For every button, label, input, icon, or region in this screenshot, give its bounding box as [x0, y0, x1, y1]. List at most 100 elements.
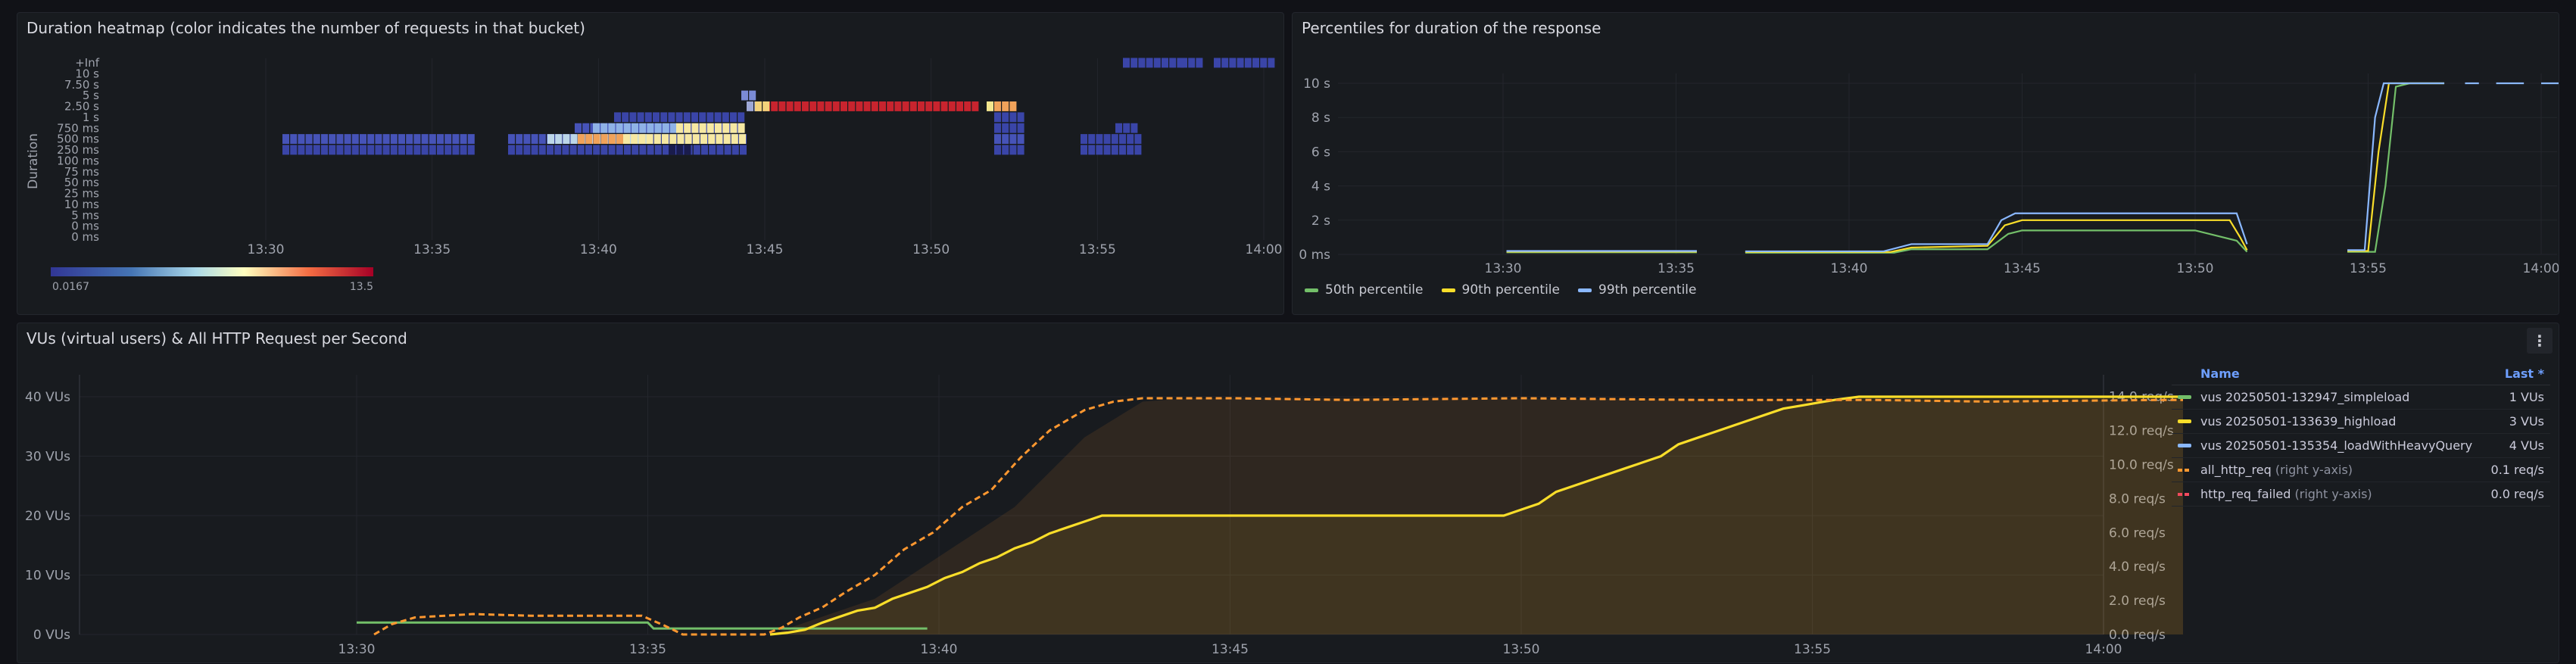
p90-line-c — [2347, 82, 2445, 252]
p99-line-c — [2347, 82, 2445, 251]
heatmap-cell — [755, 101, 762, 111]
heatmap-cell — [701, 145, 708, 155]
heatmap-cell — [740, 145, 747, 155]
heatmap-cell — [1081, 145, 1087, 155]
heatmap-cell — [1088, 134, 1096, 144]
legend-col-last[interactable]: Last * — [2505, 366, 2544, 381]
percentiles-y-tick: 0 ms — [1299, 248, 1330, 263]
heatmap-cell — [825, 101, 832, 111]
heatmap-scale-max: 13.5 — [350, 281, 373, 293]
heatmap-cell — [531, 145, 538, 155]
heatmap-cell — [987, 101, 993, 111]
heatmap-cell — [290, 134, 298, 144]
legend-item-p99[interactable]: 99th percentile — [1578, 282, 1697, 298]
legend-row[interactable]: vus 20250501-135354_loadWithHeavyQuery 4 … — [2172, 434, 2550, 458]
heatmap-cell — [699, 123, 706, 133]
legend-label-p90: 90th percentile — [1461, 282, 1561, 298]
legend-row[interactable]: vus 20250501-132947_simpleload 1 VUs — [2172, 385, 2550, 410]
heatmap-cell — [1162, 58, 1168, 68]
legend-item-p90[interactable]: 90th percentile — [1441, 282, 1561, 298]
heatmap-cell — [1229, 58, 1237, 68]
legend-row-name: all_http_req (right y-axis) — [2178, 463, 2353, 477]
heatmap-cell — [629, 112, 637, 123]
heatmap-cell — [1131, 123, 1138, 133]
heatmap-x-tick: 13:40 — [580, 242, 617, 257]
heatmap-cell — [608, 145, 616, 155]
heatmap-cell — [683, 112, 691, 123]
heatmap-cell — [624, 145, 631, 155]
heatmap-cell — [570, 134, 578, 144]
heatmap-cell — [593, 123, 600, 133]
heatmap-cell — [1017, 145, 1024, 155]
heatmap-cell — [467, 134, 475, 144]
percentiles-legend: 50th percentile 90th percentile 99th per… — [1305, 282, 1697, 298]
heatmap-cell — [1237, 58, 1244, 68]
percentiles-x-tick: 13:40 — [1831, 261, 1868, 276]
vus-left-tick: 20 VUs — [25, 509, 70, 524]
heatmap-cell — [382, 145, 390, 155]
legend-row-suffix: (right y-axis) — [2291, 487, 2372, 501]
heatmap-cell — [421, 134, 429, 144]
heatmap-cell — [1111, 145, 1118, 155]
heatmap-cell — [382, 134, 390, 144]
heatmap-cell — [406, 134, 413, 144]
heatmap-cell — [1127, 134, 1134, 144]
heatmap-cell — [608, 123, 616, 133]
heatmap-cell — [623, 134, 630, 144]
heatmap-cell — [298, 134, 305, 144]
heatmap-cell — [786, 101, 794, 111]
legend-row[interactable]: all_http_req (right y-axis) 0.1 req/s — [2172, 458, 2550, 482]
heatmap-cell — [1131, 58, 1138, 68]
heatmap-cell — [956, 101, 963, 111]
vus-x-tick: 13:55 — [1794, 642, 1831, 657]
heatmap-cell — [1017, 134, 1024, 144]
heatmap-cell — [879, 101, 886, 111]
vus-x-tick: 14:00 — [2085, 642, 2122, 657]
heatmap-x-tick: 13:55 — [1079, 242, 1116, 257]
heatmap-cell — [676, 145, 684, 155]
heatmap-x-tick: 13:30 — [248, 242, 285, 257]
heatmap-cell — [329, 134, 336, 144]
heatmap-cell — [925, 101, 933, 111]
heatmap-cell — [722, 112, 729, 123]
heatmap-cell — [608, 134, 616, 144]
heatmap-cell — [616, 123, 623, 133]
heatmap-cell — [933, 101, 940, 111]
legend-row-last: 4 VUs — [2509, 438, 2544, 453]
percentiles-y-tick: 2 s — [1311, 214, 1330, 229]
heatmap-cell — [585, 145, 592, 155]
heatmap-cell — [662, 134, 669, 144]
heatmap-cell — [887, 101, 894, 111]
heatmap-cell — [290, 145, 298, 155]
heatmap-cell — [582, 123, 590, 133]
heatmap-cell — [863, 101, 871, 111]
heatmap-cell — [1180, 58, 1187, 68]
vus-x-tick: 13:30 — [338, 642, 376, 657]
heatmap-cell — [298, 145, 305, 155]
legend-col-name[interactable]: Name — [2200, 366, 2240, 381]
heatmap-cell — [578, 134, 585, 144]
heatmap-cell — [429, 145, 436, 155]
heatmap-cell — [662, 123, 669, 133]
heatmap-cell — [575, 123, 582, 133]
heatmap-cell — [351, 134, 359, 144]
heatmap-cell — [305, 145, 313, 155]
heatmap-cell — [647, 145, 654, 155]
heatmap-cell — [336, 145, 344, 155]
legend-row[interactable]: vus 20250501-133639_highload 3 VUs — [2172, 410, 2550, 434]
legend-item-p50[interactable]: 50th percentile — [1305, 282, 1424, 298]
legend-row-last: 0.1 req/s — [2490, 463, 2544, 477]
heatmap-cell — [802, 101, 809, 111]
percentiles-y-tick: 6 s — [1311, 145, 1330, 160]
heatmap-cell — [1221, 58, 1229, 68]
legend-row-name: vus 20250501-132947_simpleload — [2178, 390, 2409, 404]
heatmap-cell — [716, 134, 723, 144]
heatmap-cell — [994, 134, 1001, 144]
vus-x-tick: 13:45 — [1212, 642, 1249, 657]
heatmap-cell — [600, 145, 608, 155]
legend-row[interactable]: http_req_failed (right y-axis) 0.0 req/s — [2172, 482, 2550, 507]
panel-menu-icon[interactable]: ⋮ — [2527, 328, 2553, 354]
heatmap-cell — [623, 123, 631, 133]
heatmap-cell — [360, 145, 366, 155]
vus-left-tick: 40 VUs — [25, 390, 70, 405]
